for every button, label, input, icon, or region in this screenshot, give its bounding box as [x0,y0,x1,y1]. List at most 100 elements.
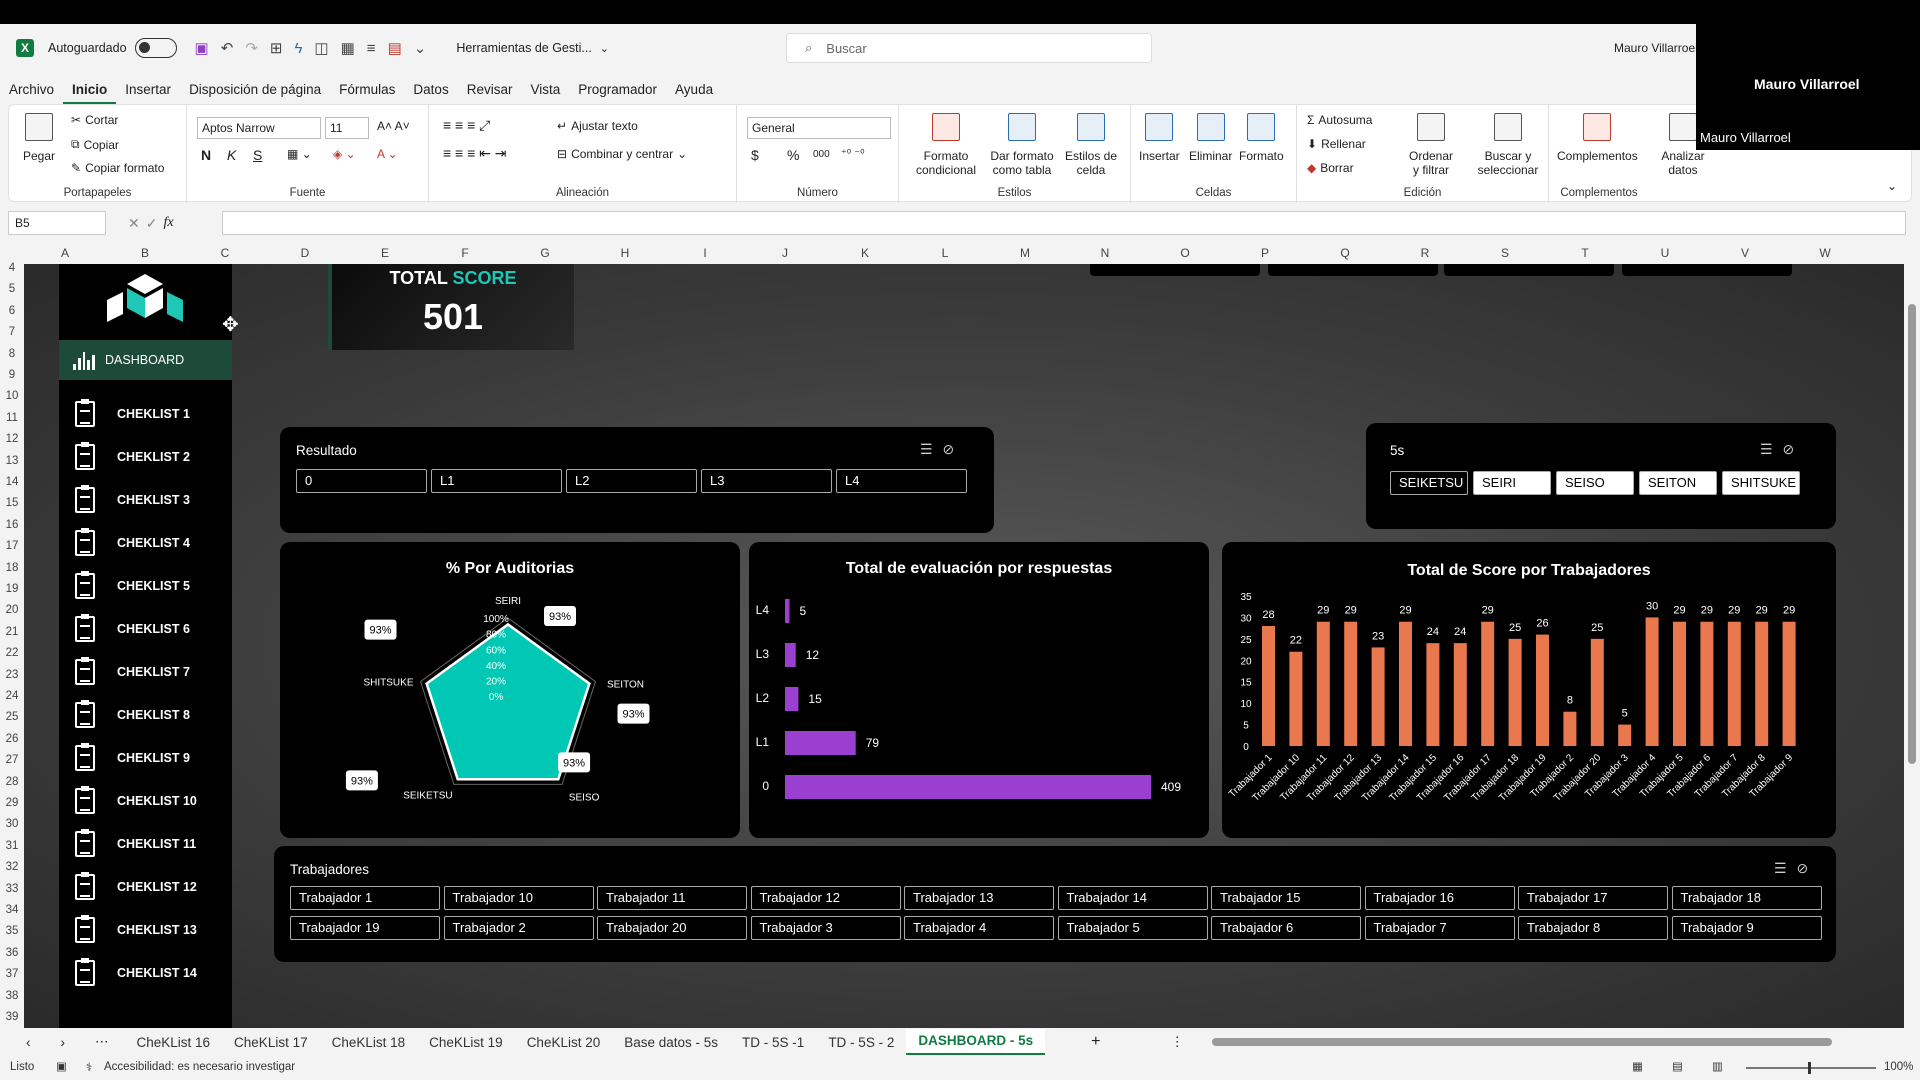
cut-button[interactable]: ✂ Cortar [71,113,118,127]
scroll-thumb[interactable] [1211,1038,1832,1046]
row-header[interactable]: 28 [0,776,24,788]
sheet-tab[interactable]: CheKList 17 [222,1035,320,1050]
row-header[interactable]: 4 [0,262,24,274]
align-top-icon[interactable]: ≡ ≡ ≡ ⤢ [443,117,490,134]
sheet-tab[interactable]: TD - 5S - 2 [816,1035,906,1050]
slicer-item[interactable]: Trabajador 7 [1364,916,1515,940]
nav-checklist[interactable]: CHEKLIST 11 [59,824,232,864]
nav-checklist[interactable]: CHEKLIST 5 [59,566,232,606]
clear-button[interactable]: ◆ Borrar [1307,161,1354,175]
accessibility-icon[interactable]: ⚕ [86,1060,92,1074]
undo-icon[interactable]: ↶ [221,39,234,57]
slicer-item[interactable]: Trabajador 4 [904,916,1054,940]
scroll-thumb[interactable] [1908,304,1916,764]
slicer-item[interactable]: Trabajador 17 [1518,886,1668,910]
nav-checklist[interactable]: CHEKLIST 10 [59,781,232,821]
nav-checklist[interactable]: CHEKLIST 7 [59,652,232,692]
font-grow-icon[interactable]: A˄ A˅ [377,119,410,133]
dashboard-sheet[interactable]: DASHBOARD CHEKLIST 1 CHEKLIST 2 CHEKLIST 3… [24,264,1904,1028]
slicer-item[interactable]: SEIRI [1473,471,1551,495]
column-header[interactable]: R [1415,246,1435,260]
dropdown-icon[interactable]: ⌄ [414,39,427,57]
horizontal-scrollbar[interactable] [1203,1037,1910,1047]
row-header[interactable]: 5 [0,283,24,295]
menu-programador[interactable]: Programador [569,78,666,104]
merge-center-button[interactable]: ⊟ Combinar y centrar ⌄ [557,147,687,161]
row-header[interactable]: 30 [0,818,24,830]
slicer-item[interactable]: L3 [701,469,832,493]
sort-filter-button[interactable]: Ordenar y filtrar [1405,113,1457,177]
row-header[interactable]: 39 [0,1011,24,1023]
column-header[interactable]: M [1015,246,1035,260]
multiselect-filter-icons[interactable]: ☰⊘ [920,441,964,458]
row-header[interactable]: 19 [0,583,24,595]
add-sheet-icon[interactable]: + [1091,1033,1100,1051]
multiselect-filter-icons[interactable]: ☰⊘ [1760,441,1804,458]
format-table-button[interactable]: Dar formato como tabla [987,113,1057,177]
slicer-item[interactable]: SEISO [1556,471,1634,495]
collapse-ribbon-icon[interactable]: ⌄ [1887,179,1897,193]
column-header[interactable]: W [1815,246,1835,260]
menu-revisar[interactable]: Revisar [458,78,522,104]
column-header[interactable]: Q [1335,246,1355,260]
row-header[interactable]: 33 [0,883,24,895]
column-header[interactable]: G [535,246,555,260]
row-header[interactable]: 29 [0,797,24,809]
slicer-item[interactable]: Trabajador 19 [290,916,440,940]
column-header[interactable]: U [1655,246,1675,260]
menu-disposicion[interactable]: Disposición de página [180,78,330,104]
row-header[interactable]: 35 [0,925,24,937]
normal-view-icon[interactable]: ▦ [1632,1059,1643,1073]
row-header[interactable]: 34 [0,904,24,916]
nav-checklist[interactable]: CHEKLIST 14 [59,953,232,993]
menu-formulas[interactable]: Fórmulas [330,78,404,104]
row-header[interactable]: 21 [0,626,24,638]
row-header[interactable]: 12 [0,433,24,445]
cell-styles-button[interactable]: Estilos de celda [1063,113,1119,177]
row-header[interactable]: 37 [0,968,24,980]
column-header[interactable]: H [615,246,635,260]
fill-color-icon[interactable]: ◈ ⌄ [333,147,356,161]
font-color-icon[interactable]: A ⌄ [377,147,398,161]
multiselect-filter-icons[interactable]: ☰⊘ [1774,860,1818,877]
row-header[interactable]: 7 [0,326,24,338]
table-icon[interactable]: ▦ [341,39,355,57]
column-header[interactable]: I [695,246,715,260]
slicer-item[interactable]: L4 [836,469,967,493]
tab-menu-icon[interactable]: ⋮ [1170,1034,1184,1050]
column-header[interactable]: V [1735,246,1755,260]
borders-icon[interactable]: ▦ ⌄ [287,147,312,161]
sheet-tab[interactable]: Base datos - 5s [612,1035,730,1050]
page-layout-icon[interactable]: ▤ [1672,1059,1683,1073]
slicer-item[interactable]: Trabajador 15 [1211,886,1361,910]
slicer-item[interactable]: Trabajador 16 [1364,886,1515,910]
row-header[interactable]: 36 [0,947,24,959]
form-icon[interactable]: ⊞ [270,39,283,57]
slicer-item[interactable]: SEIKETSU [1390,471,1468,495]
row-header[interactable]: 18 [0,562,24,574]
column-header[interactable]: C [215,246,235,260]
chevron-down-icon[interactable]: ⌄ [600,42,609,55]
column-header[interactable]: S [1495,246,1515,260]
search-box[interactable]: ⌕ Buscar [786,33,1152,63]
slicer-item[interactable]: Trabajador 3 [750,916,901,940]
row-header[interactable]: 8 [0,348,24,360]
format-cells-button[interactable]: Formato [1239,113,1284,163]
tab-prev-icon[interactable]: ‹ [26,1035,31,1050]
paste-button[interactable]: Pegar [23,113,55,163]
slicer-item[interactable]: Trabajador 10 [443,886,594,910]
page-break-icon[interactable]: ▥ [1712,1059,1723,1073]
formula-input[interactable] [222,211,1906,235]
row-header[interactable]: 23 [0,669,24,681]
row-header[interactable]: 32 [0,861,24,873]
sheet-tab[interactable]: TD - 5S -1 [730,1035,816,1050]
slicer-item[interactable]: SHITSUKE [1722,471,1800,495]
nav-checklist[interactable]: CHEKLIST 9 [59,738,232,778]
nav-checklist[interactable]: CHEKLIST 6 [59,609,232,649]
vertical-scrollbar[interactable] [1904,264,1920,1028]
menu-archivo[interactable]: Archivo [0,78,63,104]
row-header[interactable]: 9 [0,369,24,381]
sheet-tab[interactable]: CheKList 20 [515,1035,613,1050]
slicer-item[interactable]: Trabajador 8 [1518,916,1668,940]
column-header[interactable]: K [855,246,875,260]
